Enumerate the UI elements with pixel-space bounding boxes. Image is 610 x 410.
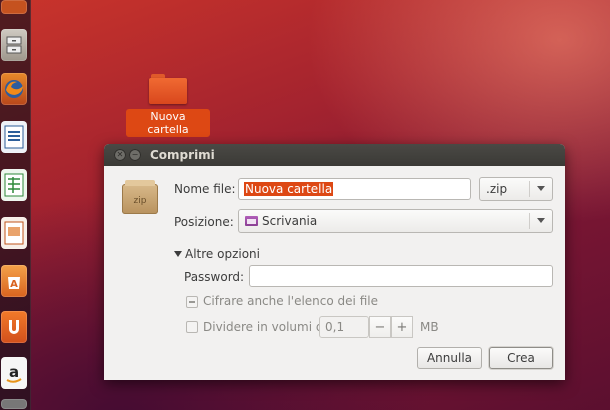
desktop-folder[interactable]: Nuova cartella xyxy=(126,74,210,137)
close-button[interactable]: ✕ xyxy=(114,149,126,161)
minimize-button[interactable]: − xyxy=(129,149,141,161)
calc-icon xyxy=(1,169,27,201)
folder-icon xyxy=(149,74,187,104)
chevron-down-icon xyxy=(537,218,545,223)
split-checkbox[interactable] xyxy=(186,321,198,333)
desktop-folder-icon xyxy=(245,216,258,226)
volume-increase-button[interactable]: + xyxy=(391,316,413,338)
volume-decrease-button[interactable]: − xyxy=(369,316,391,338)
volume-size-value: 0,1 xyxy=(325,320,345,334)
location-label: Posizione: xyxy=(174,215,234,229)
chevron-down-icon xyxy=(537,186,545,191)
indeterminate-icon xyxy=(189,301,195,303)
partial-bottom-icon xyxy=(1,399,27,409)
cancel-label: Annulla xyxy=(426,351,473,365)
ubuntu-one-icon xyxy=(1,311,27,343)
launcher-item-writer[interactable] xyxy=(0,118,28,156)
plus-icon: + xyxy=(396,319,408,335)
launcher-item-impress[interactable] xyxy=(0,214,28,252)
software-center-icon: A xyxy=(1,265,27,297)
compress-dialog: ✕ − Comprimi zip Nome file: Nuova cartel… xyxy=(104,144,565,380)
firefox-icon xyxy=(1,73,27,105)
volume-size-field[interactable]: 0,1 xyxy=(319,316,369,338)
expander-label: Altre opzioni xyxy=(185,247,260,261)
filename-label: Nome file: xyxy=(174,182,236,196)
minimize-icon: − xyxy=(131,150,139,159)
partial-icon xyxy=(1,0,27,14)
dialog-titlebar[interactable]: ✕ − Comprimi xyxy=(104,144,565,166)
launcher-item-firefox[interactable] xyxy=(0,70,28,108)
launcher-item-partial[interactable] xyxy=(0,0,28,18)
archive-icon: zip xyxy=(122,180,158,214)
launcher-item-files[interactable] xyxy=(0,26,28,64)
launcher-item-software-center[interactable]: A xyxy=(0,262,28,300)
password-label: Password: xyxy=(184,270,245,284)
launcher: A a xyxy=(0,0,31,410)
expander-triangle-icon xyxy=(174,251,182,257)
desktop-folder-label: Nuova cartella xyxy=(126,109,210,137)
volume-unit: MB xyxy=(420,320,439,334)
location-value: Scrivania xyxy=(262,214,318,228)
minus-icon: − xyxy=(374,319,386,335)
encrypt-checkbox[interactable] xyxy=(186,296,198,308)
filename-value: Nuova cartella xyxy=(244,182,334,196)
amazon-icon: a xyxy=(1,357,27,389)
encrypt-label: Cifrare anche l'elenco dei file xyxy=(203,294,378,308)
launcher-item-ubuntu-one[interactable] xyxy=(0,308,28,346)
writer-icon xyxy=(1,121,27,153)
cancel-button[interactable]: Annulla xyxy=(417,347,482,369)
svg-text:a: a xyxy=(9,363,19,381)
extension-combo[interactable]: .zip xyxy=(479,177,553,201)
launcher-item-calc[interactable] xyxy=(0,166,28,204)
filename-field[interactable]: Nuova cartella xyxy=(238,178,471,200)
password-field[interactable] xyxy=(249,265,553,287)
launcher-item-amazon[interactable]: a xyxy=(0,354,28,392)
location-combo[interactable]: Scrivania xyxy=(238,209,553,233)
svg-text:A: A xyxy=(10,279,18,290)
split-label: Dividere in volumi da xyxy=(203,320,331,334)
create-button[interactable]: Crea xyxy=(489,347,553,369)
archive-icon-text: zip xyxy=(133,196,147,206)
impress-icon xyxy=(1,217,27,249)
file-cabinet-icon xyxy=(1,29,27,61)
close-icon: ✕ xyxy=(116,150,124,159)
create-label: Crea xyxy=(507,351,535,365)
options-expander[interactable]: Altre opzioni xyxy=(174,247,260,261)
extension-value: .zip xyxy=(486,182,508,196)
launcher-item-partial-bottom[interactable] xyxy=(0,398,28,410)
dialog-title: Comprimi xyxy=(150,148,215,162)
